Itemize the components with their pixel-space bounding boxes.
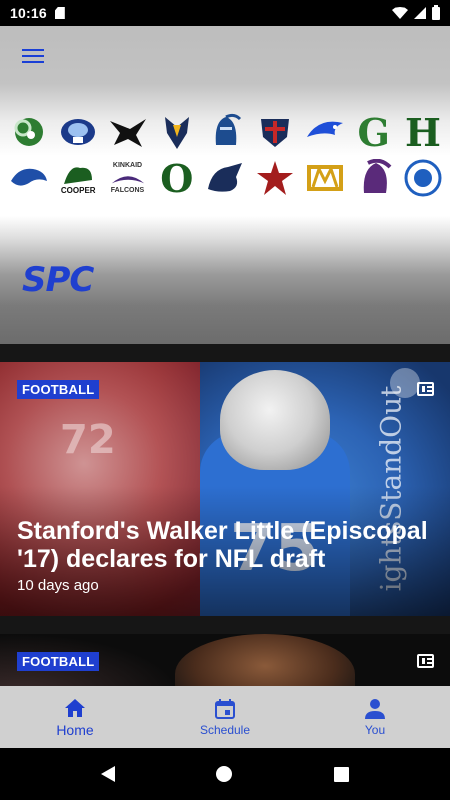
school-emblem-icon [390, 368, 420, 398]
article-icon [417, 654, 434, 668]
menu-button[interactable] [22, 45, 48, 67]
calendar-icon [215, 698, 235, 719]
cell-signal-icon [414, 7, 426, 19]
spartan-logo [353, 158, 395, 198]
mustang-dark-logo [205, 158, 247, 198]
mustang-blue-logo [8, 158, 50, 198]
bottom-navigation: Home Schedule You [0, 686, 450, 748]
photo-jersey-number: 72 [60, 417, 116, 463]
status-icons [392, 4, 440, 20]
eagle-swoosh-logo [304, 112, 346, 152]
recents-icon[interactable] [334, 766, 350, 782]
cooper-dragon-logo: COOPER [57, 158, 99, 198]
article-icon [417, 382, 434, 396]
team-logos-row-2: COOPER KINKAID FALCONS O [8, 155, 444, 201]
g-letter-logo: G [357, 109, 390, 155]
article-photo [175, 634, 355, 694]
article-card[interactable]: FOOTBALL [0, 634, 450, 694]
crusader-shield-logo [254, 112, 296, 152]
status-bar: 10:16 [0, 0, 450, 26]
home-icon [65, 698, 85, 717]
knight-helmet-logo [205, 112, 247, 152]
nav-schedule-label: Schedule [199, 722, 251, 737]
mustang-logo [156, 112, 198, 152]
kinkaid-falcons-logo: KINKAID FALCONS [110, 162, 145, 194]
eagle-blue-logo [57, 112, 99, 152]
nav-you[interactable]: You [300, 686, 450, 748]
article-title[interactable]: Stanford's Walker Little (Episcopal '17)… [17, 517, 437, 573]
sd-card-icon [54, 7, 65, 19]
team-logos-row-1: G H [8, 109, 444, 155]
category-badge: FOOTBALL [17, 652, 100, 671]
hawk-black-logo [107, 112, 149, 152]
back-icon[interactable] [100, 766, 115, 782]
wifi-icon [392, 7, 408, 19]
system-navigation [0, 748, 450, 800]
nav-you-label: You [364, 722, 386, 737]
o-letter-logo: O [160, 155, 194, 201]
sm-monogram-logo [304, 158, 346, 198]
battery-icon [432, 4, 440, 20]
ram-logo [8, 112, 50, 152]
nav-schedule[interactable]: Schedule [150, 686, 300, 748]
app-screen: 10:16 G H COOPER KINKAID FALCONS O SPC 7… [0, 0, 450, 800]
menu-icon [22, 49, 44, 51]
h-letter-logo: H [405, 109, 441, 155]
nav-home[interactable]: Home [0, 686, 150, 748]
system-home-icon[interactable] [216, 766, 233, 782]
nav-home-label: Home [56, 721, 94, 738]
article-time: 10 days ago [17, 577, 99, 594]
star-logo [254, 158, 296, 198]
trinity-valley-logo [402, 158, 444, 198]
status-time: 10:16 [10, 5, 47, 21]
article-card[interactable]: 72 75 ightsStandOut FOOTBALL Stanford's … [0, 362, 450, 616]
person-icon [365, 698, 385, 719]
conference-logo: SPC [22, 260, 94, 300]
category-badge: FOOTBALL [17, 380, 100, 399]
conference-header: G H COOPER KINKAID FALCONS O SPC [0, 26, 450, 370]
